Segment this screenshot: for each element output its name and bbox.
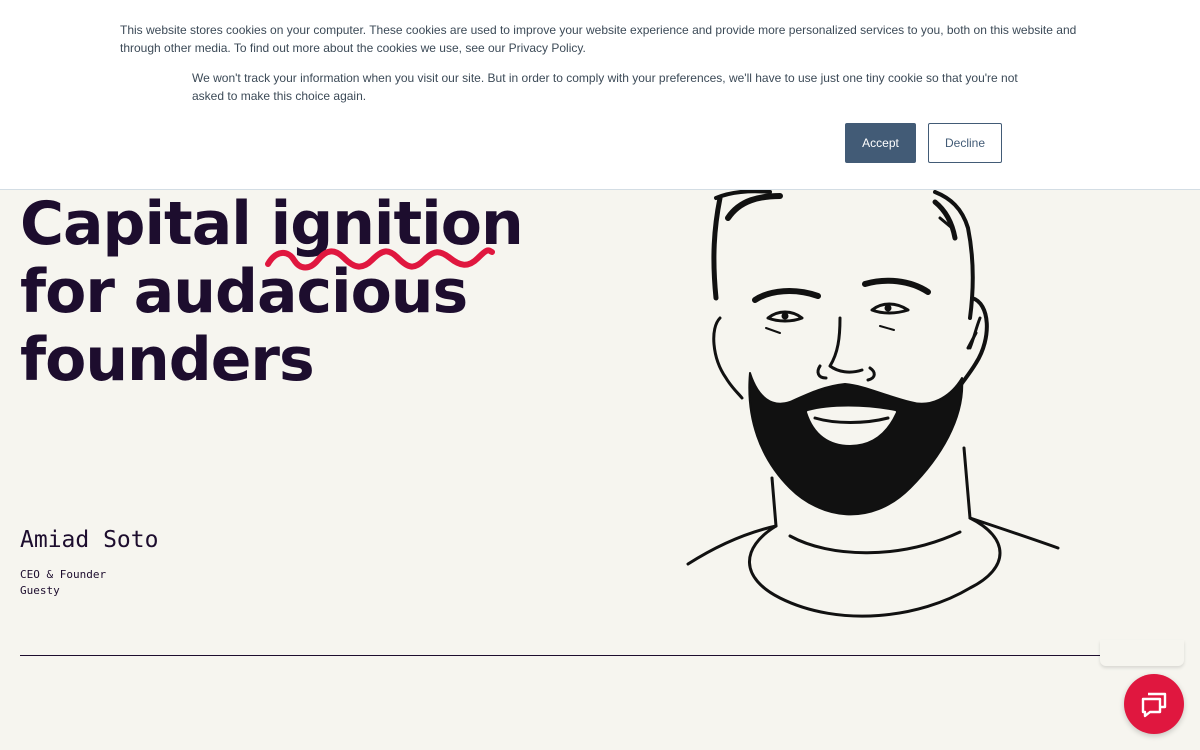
hero-highlight-word: ignition — [270, 189, 524, 259]
cookie-banner: This website stores cookies on your comp… — [0, 0, 1200, 190]
accept-cookies-button[interactable]: Accept — [845, 123, 916, 163]
cookie-tracking-text: We won't track your information when you… — [192, 71, 1018, 103]
hero-line-1-prefix: Capital — [20, 189, 271, 259]
hero-line-3: founders — [20, 325, 315, 395]
cookie-notice-text: This website stores cookies on your comp… — [120, 23, 1077, 55]
section-divider — [20, 655, 1100, 656]
chat-launcher-button[interactable] — [1124, 674, 1184, 734]
person-name: Amiad Soto — [20, 527, 159, 553]
person-role: CEO & Founder — [20, 568, 107, 581]
chat-widget-tab — [1100, 640, 1184, 666]
person-company: Guesty — [20, 584, 60, 597]
hero-headline: Capital ignition for audacious founders — [20, 190, 580, 394]
hero-line-2: for audacious — [20, 257, 468, 327]
founder-portrait-illustration — [686, 189, 1060, 618]
decline-cookies-button[interactable]: Decline — [928, 123, 1002, 163]
chat-bubble-icon — [1141, 692, 1167, 718]
hero-line-1: Capital ignition — [20, 190, 580, 258]
